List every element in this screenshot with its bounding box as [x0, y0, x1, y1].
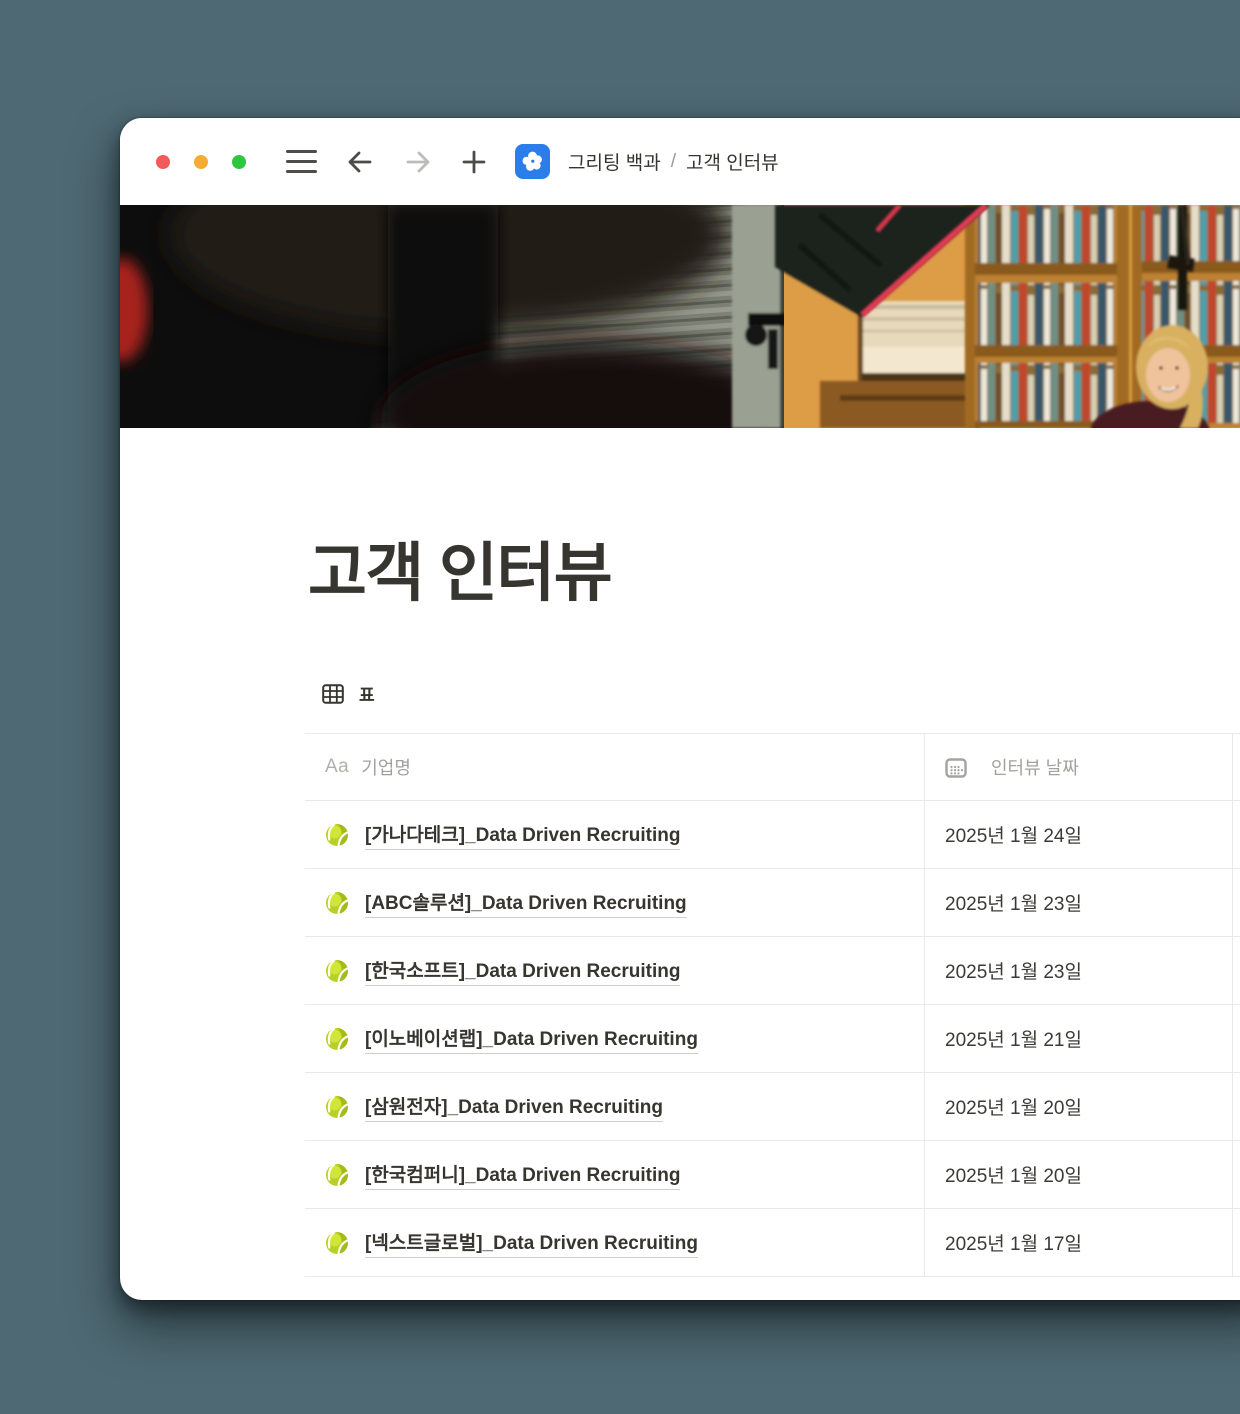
minimize-button[interactable]: [194, 155, 208, 169]
breadcrumb-current[interactable]: 고객 인터뷰: [686, 148, 779, 175]
column-header-label: 기업명: [361, 754, 411, 780]
row-stub: [1233, 869, 1240, 936]
text-property-icon: Aa: [325, 756, 349, 778]
new-page-button[interactable]: [461, 149, 487, 175]
calendar-icon: [945, 757, 967, 778]
app-window: 그리팅 백과 / 고객 인터뷰: [120, 118, 1240, 1300]
company-page-link[interactable]: [한국소프트]_Data Driven Recruiting: [365, 956, 680, 986]
interview-date-cell[interactable]: 2025년 1월 17일: [925, 1209, 1233, 1276]
interview-date-cell[interactable]: 2025년 1월 20일: [925, 1141, 1233, 1208]
database-table: Aa 기업명 인터뷰 날짜: [305, 733, 1240, 1277]
cover-photo-illustration: [120, 205, 1240, 428]
company-page-link[interactable]: [넥스트글로벌]_Data Driven Recruiting: [365, 1228, 698, 1258]
interview-date-cell[interactable]: 2025년 1월 23일: [925, 937, 1233, 1004]
interview-date-value: 2025년 1월 23일: [945, 957, 1082, 984]
forward-arrow-icon: [403, 148, 433, 176]
workspace-logo[interactable]: [515, 144, 550, 179]
zoom-button[interactable]: [232, 155, 246, 169]
interview-date-value: 2025년 1월 20일: [945, 1161, 1082, 1188]
row-stub: [1233, 1209, 1240, 1276]
row-stub: [1233, 937, 1240, 1004]
tennis-ball-icon: [325, 1027, 349, 1051]
column-header-company[interactable]: Aa 기업명: [305, 734, 925, 800]
table-header-row: Aa 기업명 인터뷰 날짜: [305, 734, 1240, 801]
company-cell[interactable]: [ABC솔루션]_Data Driven Recruiting: [305, 869, 925, 936]
app-logo-icon: [520, 149, 545, 174]
company-page-link[interactable]: [가나다테크]_Data Driven Recruiting: [365, 820, 680, 850]
column-header-date[interactable]: 인터뷰 날짜: [925, 734, 1233, 800]
company-page-link[interactable]: [삼원전자]_Data Driven Recruiting: [365, 1092, 663, 1122]
company-cell[interactable]: [이노베이션랩]_Data Driven Recruiting: [305, 1005, 925, 1072]
row-stub: [1233, 801, 1240, 868]
close-button[interactable]: [156, 155, 170, 169]
titlebar: 그리팅 백과 / 고객 인터뷰: [120, 118, 1240, 205]
interview-date-cell[interactable]: 2025년 1월 23일: [925, 869, 1233, 936]
menu-icon[interactable]: [286, 150, 317, 173]
table-rows: [가나다테크]_Data Driven Recruiting 2025년 1월 …: [305, 801, 1240, 1277]
interview-date-value: 2025년 1월 21일: [945, 1025, 1082, 1052]
company-cell[interactable]: [넥스트글로벌]_Data Driven Recruiting: [305, 1209, 925, 1276]
tennis-ball-icon: [325, 959, 349, 983]
tennis-ball-icon: [325, 1231, 349, 1255]
tennis-ball-icon: [325, 891, 349, 915]
view-tab-label: 표: [359, 681, 375, 706]
page-cover-image[interactable]: [120, 205, 1240, 428]
back-button[interactable]: [345, 148, 375, 176]
plus-icon: [461, 149, 487, 175]
company-page-link[interactable]: [한국컴퍼니]_Data Driven Recruiting: [365, 1160, 680, 1190]
table-view-icon: [322, 684, 344, 704]
table-row: [넥스트글로벌]_Data Driven Recruiting 2025년 1월…: [305, 1209, 1240, 1277]
row-stub: [1233, 1141, 1240, 1208]
table-row: [가나다테크]_Data Driven Recruiting 2025년 1월 …: [305, 801, 1240, 869]
company-cell[interactable]: [삼원전자]_Data Driven Recruiting: [305, 1073, 925, 1140]
company-cell[interactable]: [가나다테크]_Data Driven Recruiting: [305, 801, 925, 868]
forward-button[interactable]: [403, 148, 433, 176]
interview-date-value: 2025년 1월 17일: [945, 1229, 1082, 1256]
company-cell[interactable]: [한국소프트]_Data Driven Recruiting: [305, 937, 925, 1004]
table-header-stub: [1233, 734, 1240, 800]
breadcrumb: 그리팅 백과 / 고객 인터뷰: [568, 148, 779, 175]
interview-date-cell[interactable]: 2025년 1월 21일: [925, 1005, 1233, 1072]
breadcrumb-separator: /: [671, 151, 676, 173]
interview-date-value: 2025년 1월 20일: [945, 1093, 1082, 1120]
table-row: [이노베이션랩]_Data Driven Recruiting 2025년 1월…: [305, 1005, 1240, 1073]
breadcrumb-parent[interactable]: 그리팅 백과: [568, 148, 661, 175]
company-page-link[interactable]: [이노베이션랩]_Data Driven Recruiting: [365, 1024, 698, 1054]
page-title: 고객 인터뷰: [308, 522, 611, 614]
table-row: [ABC솔루션]_Data Driven Recruiting 2025년 1월…: [305, 869, 1240, 937]
column-header-label: 인터뷰 날짜: [991, 754, 1079, 780]
view-tab-table[interactable]: 표: [322, 681, 375, 706]
tennis-ball-icon: [325, 1163, 349, 1187]
company-cell[interactable]: [한국컴퍼니]_Data Driven Recruiting: [305, 1141, 925, 1208]
table-row: [한국소프트]_Data Driven Recruiting 2025년 1월 …: [305, 937, 1240, 1005]
table-row: [삼원전자]_Data Driven Recruiting 2025년 1월 2…: [305, 1073, 1240, 1141]
company-page-link[interactable]: [ABC솔루션]_Data Driven Recruiting: [365, 888, 687, 918]
tennis-ball-icon: [325, 1095, 349, 1119]
back-arrow-icon: [345, 148, 375, 176]
interview-date-value: 2025년 1월 23일: [945, 889, 1082, 916]
table-row: [한국컴퍼니]_Data Driven Recruiting 2025년 1월 …: [305, 1141, 1240, 1209]
interview-date-cell[interactable]: 2025년 1월 20일: [925, 1073, 1233, 1140]
tennis-ball-icon: [325, 823, 349, 847]
row-stub: [1233, 1005, 1240, 1072]
interview-date-cell[interactable]: 2025년 1월 24일: [925, 801, 1233, 868]
interview-date-value: 2025년 1월 24일: [945, 821, 1082, 848]
row-stub: [1233, 1073, 1240, 1140]
